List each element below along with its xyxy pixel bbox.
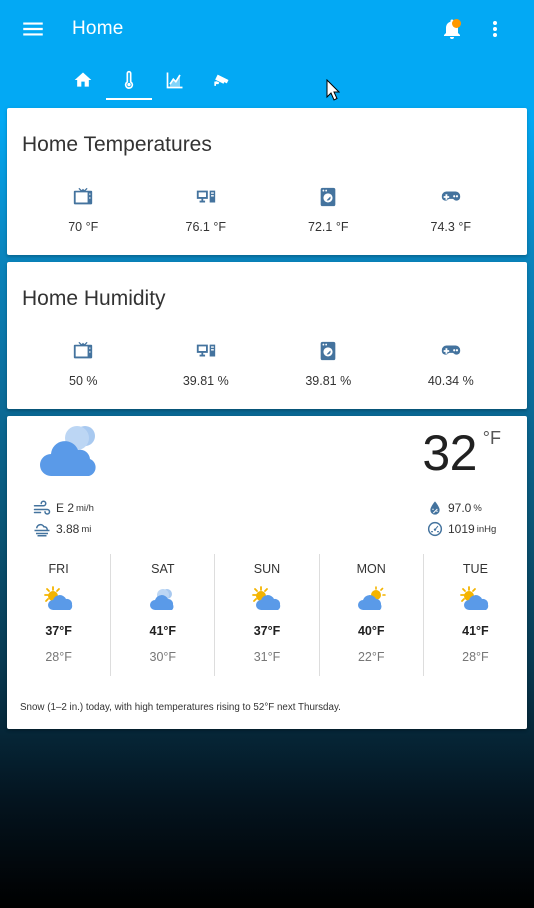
television-icon	[74, 341, 93, 359]
entity-state: 50 %	[69, 374, 98, 388]
card-title: Home Humidity	[22, 287, 166, 310]
entity-state: 39.81 %	[305, 374, 352, 388]
partly-cloudy-day-icon	[460, 586, 489, 610]
wind-value: E 2	[56, 501, 75, 515]
wind-icon	[33, 500, 51, 515]
menu-icon	[23, 22, 43, 36]
gamepad-icon	[441, 191, 460, 201]
humidity-card: Home Humidity 50 % 39.81 % 39.81 % 40.34…	[7, 262, 527, 409]
weather-card[interactable]: 32 °F E 2 mi/h 3.88 mi 97.0% 1019 inHg FRI …	[7, 416, 527, 729]
forecast-low: 28°F	[462, 650, 489, 664]
forecast-summary: Snow (1–2 in.) today, with high temperat…	[20, 702, 341, 713]
entity-tv-humidity[interactable]: 50 %	[28, 340, 138, 388]
weather-fog-icon	[34, 523, 50, 537]
app-bar: Home	[0, 0, 534, 108]
entity-row: 70 °F 76.1 °F 72.1 °F 74.3 °F	[22, 186, 512, 234]
tab-cameras[interactable]	[198, 60, 244, 100]
temperature-unit: °F	[482, 428, 501, 448]
entity-state: 39.81 %	[182, 374, 229, 388]
visibility-attribute: 3.88 mi	[33, 521, 91, 537]
gamepad-icon	[441, 345, 460, 355]
entity-washer-temperature[interactable]: 72.1 °F	[273, 186, 383, 234]
cloudy-icon	[149, 589, 174, 610]
forecast-day: MON 40°F 22°F	[320, 554, 424, 676]
forecast-low: 30°F	[149, 650, 177, 664]
cloudy-icon	[40, 426, 96, 476]
visibility-unit: mi	[81, 523, 92, 535]
home-icon	[74, 72, 92, 87]
entity-row: 50 % 39.81 % 39.81 % 40.34 %	[22, 340, 512, 388]
mostly-cloudy-day-icon	[358, 586, 387, 610]
entity-state: 72.1 °F	[308, 220, 349, 234]
forecast-row: FRI 37°F 28°F SAT 41°F 30°F SUN 37°F 31°…	[7, 554, 527, 676]
view-tabs	[60, 60, 244, 100]
forecast-day-name: FRI	[48, 562, 69, 576]
forecast-low: 28°F	[45, 650, 72, 664]
entity-gaming-temperature[interactable]: 74.3 °F	[396, 186, 506, 234]
menu-button[interactable]	[20, 16, 46, 42]
chart-area-icon	[166, 72, 183, 89]
television-icon	[74, 187, 93, 205]
entity-washer-humidity[interactable]: 39.81 %	[273, 340, 383, 388]
partly-cloudy-day-icon	[43, 586, 72, 610]
thermometer-icon	[124, 70, 134, 89]
water-percent-icon	[430, 501, 440, 515]
wind-attribute: E 2 mi/h	[33, 500, 94, 516]
visibility-value: 3.88	[56, 522, 80, 536]
humidity-value: 97.0	[448, 501, 472, 515]
forecast-high: 41°F	[462, 624, 489, 638]
pressure-unit: inHg	[476, 523, 497, 535]
entity-state: 76.1 °F	[185, 220, 226, 234]
gauge-icon	[427, 521, 443, 537]
forecast-low: 31°F	[253, 650, 281, 664]
desktop-tower-icon	[196, 344, 215, 357]
entity-state: 74.3 °F	[430, 220, 471, 234]
humidity-attribute: 97.0%	[427, 500, 482, 516]
more-options-button[interactable]	[483, 16, 507, 42]
tab-home[interactable]	[60, 60, 106, 100]
mouse-cursor-icon	[326, 79, 340, 101]
pressure-attribute: 1019 inHg	[427, 521, 496, 537]
entity-desktop-humidity[interactable]: 39.81 %	[151, 340, 261, 388]
forecast-day: SAT 41°F 30°F	[111, 554, 216, 676]
current-temperature: 32	[422, 425, 477, 481]
washing-machine-icon	[320, 187, 336, 207]
forecast-day: SUN 37°F 31°F	[215, 554, 320, 676]
page-title: Home	[72, 18, 124, 39]
humidity-unit: %	[473, 502, 482, 514]
forecast-day: FRI 37°F 28°F	[7, 554, 112, 676]
entity-desktop-temperature[interactable]: 76.1 °F	[151, 186, 261, 234]
forecast-high: 37°F	[253, 624, 281, 638]
more-vert-icon	[493, 21, 497, 37]
tab-temperature[interactable]	[106, 60, 152, 100]
forecast-day-name: TUE	[462, 562, 488, 576]
washing-machine-icon	[320, 341, 336, 361]
forecast-high: 41°F	[149, 624, 177, 638]
tab-history[interactable]	[152, 60, 198, 100]
forecast-day: TUE 41°F 28°F	[424, 554, 527, 676]
temperatures-card: Home Temperatures 70 °F 76.1 °F 72.1 °F …	[7, 108, 527, 255]
entity-tv-temperature[interactable]: 70 °F	[28, 186, 138, 234]
entity-state: 40.34 %	[427, 374, 474, 388]
card-title: Home Temperatures	[22, 133, 212, 156]
forecast-low: 22°F	[357, 650, 385, 664]
pressure-value: 1019	[448, 522, 475, 536]
forecast-day-name: SUN	[253, 562, 281, 576]
desktop-tower-icon	[196, 190, 215, 203]
entity-state: 70 °F	[68, 220, 99, 234]
forecast-high: 37°F	[45, 624, 72, 638]
entity-gaming-humidity[interactable]: 40.34 %	[396, 340, 506, 388]
notification-badge	[452, 19, 461, 28]
forecast-high: 40°F	[357, 624, 385, 638]
cctv-icon	[214, 74, 229, 86]
forecast-day-name: MON	[356, 562, 386, 576]
wind-unit: mi/h	[76, 502, 94, 514]
partly-cloudy-day-icon	[252, 586, 281, 610]
forecast-day-name: SAT	[151, 562, 175, 576]
